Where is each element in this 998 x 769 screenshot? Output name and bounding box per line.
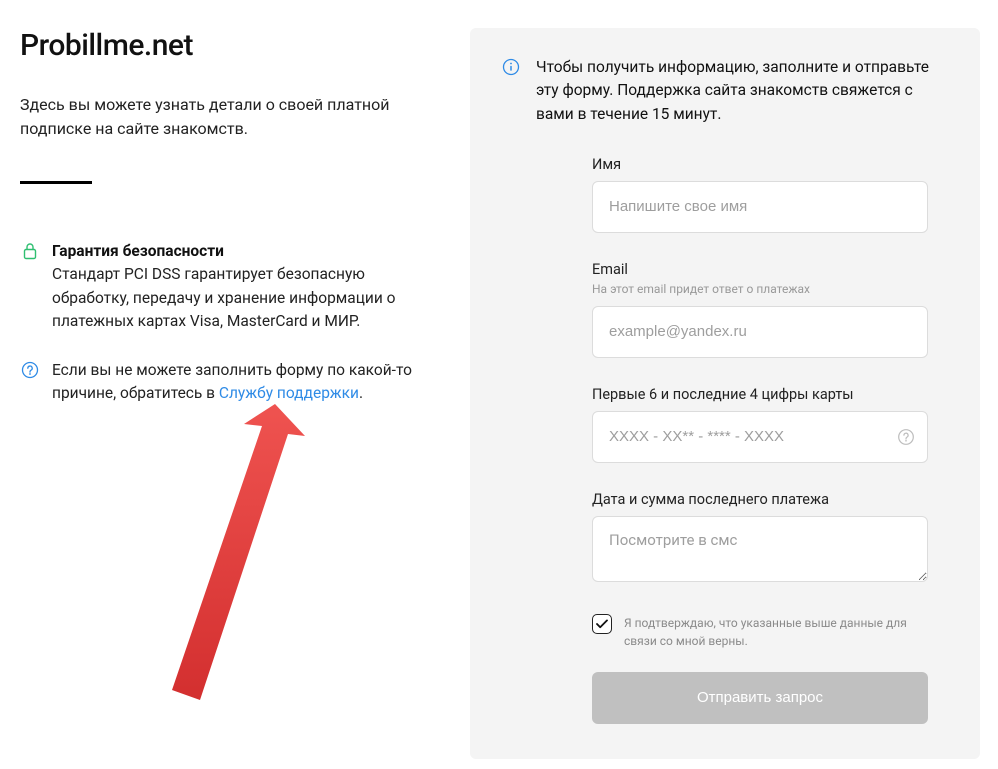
- intro-text: Здесь вы можете узнать детали о своей пл…: [20, 93, 420, 141]
- form-header: Чтобы получить информацию, заполните и о…: [502, 56, 948, 126]
- field-payment: Дата и сумма последнего платежа: [592, 491, 928, 586]
- help-suffix: .: [359, 384, 363, 402]
- site-title: Probillme.net: [20, 28, 440, 63]
- help-icon[interactable]: [896, 427, 916, 447]
- confirm-label: Я подтверждаю, что указанные выше данные…: [624, 614, 928, 650]
- field-card: Первые 6 и последние 4 цифры карты: [592, 386, 928, 463]
- form-panel: Чтобы получить информацию, заполните и о…: [470, 28, 980, 759]
- card-label: Первые 6 и последние 4 цифры карты: [592, 386, 928, 403]
- card-input[interactable]: [592, 411, 928, 463]
- form: Имя Email На этот email придет ответ о п…: [502, 156, 948, 724]
- form-header-text: Чтобы получить информацию, заполните и о…: [536, 56, 948, 126]
- security-title: Гарантия безопасности: [52, 242, 224, 260]
- email-hint: На этот email придет ответ о платежах: [592, 282, 928, 296]
- question-icon: [20, 359, 40, 406]
- submit-button[interactable]: Отправить запрос: [592, 672, 928, 724]
- security-block: Гарантия безопасности Стандарт PCI DSS г…: [20, 240, 440, 333]
- support-link[interactable]: Службу поддержки: [219, 384, 359, 402]
- email-label: Email: [592, 261, 928, 278]
- field-name: Имя: [592, 156, 928, 233]
- confirm-row: Я подтверждаю, что указанные выше данные…: [592, 614, 928, 650]
- name-input[interactable]: [592, 181, 928, 233]
- email-input[interactable]: [592, 306, 928, 358]
- confirm-checkbox[interactable]: [592, 614, 612, 634]
- security-body: Стандарт PCI DSS гарантирует безопасную …: [52, 265, 396, 330]
- name-label: Имя: [592, 156, 928, 173]
- help-block: Если вы не можете заполнить форму по как…: [20, 359, 440, 406]
- payment-input[interactable]: [592, 516, 928, 582]
- info-icon: [502, 56, 522, 126]
- payment-label: Дата и сумма последнего платежа: [592, 491, 928, 508]
- field-email: Email На этот email придет ответ о плате…: [592, 261, 928, 358]
- left-column: Probillme.net Здесь вы можете узнать дет…: [0, 0, 470, 769]
- lock-icon: [20, 240, 40, 333]
- divider: [20, 181, 92, 184]
